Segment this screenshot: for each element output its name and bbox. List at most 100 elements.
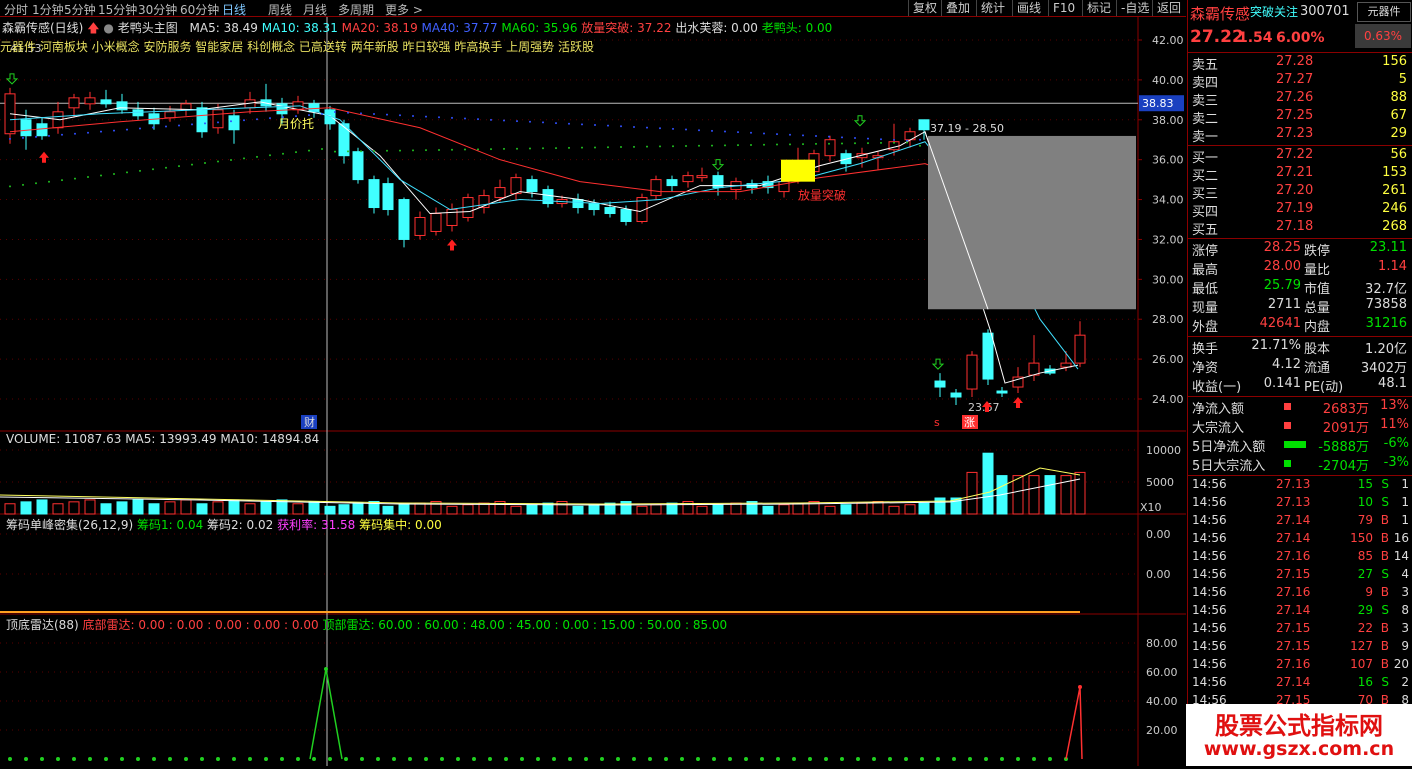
price-axis-label: 32.00 bbox=[1152, 233, 1184, 246]
ma60-dot bbox=[22, 183, 24, 186]
radar-dot bbox=[936, 757, 940, 761]
profit-rate: 获利率: 31.58 bbox=[277, 518, 356, 532]
ma60-dot bbox=[711, 144, 713, 147]
stat-row: 最低 25.79 市值 32.7亿 bbox=[1188, 278, 1412, 297]
radar-dot bbox=[600, 757, 604, 761]
volume-header: VOLUME: 11087.63 MA5: 13993.49 MA10: 148… bbox=[6, 432, 319, 446]
candle-body bbox=[196, 107, 208, 133]
radar-dot bbox=[456, 757, 460, 761]
stat-row: 外盘 42641 内盘 31216 bbox=[1188, 316, 1412, 335]
price-axis-label: 40.00 bbox=[1152, 74, 1184, 87]
volume-bar bbox=[712, 504, 724, 515]
toolbar-button[interactable]: 统计 bbox=[976, 0, 1009, 16]
timeframe-tab[interactable]: 更多 > bbox=[385, 1, 423, 18]
radar-dot bbox=[808, 757, 812, 761]
timeframe-tab[interactable]: 周线 bbox=[268, 1, 292, 18]
ma40-dot bbox=[555, 122, 557, 125]
low-label: 23.67 bbox=[968, 401, 1000, 414]
ma60-dot bbox=[516, 147, 518, 150]
radar-dot bbox=[872, 757, 876, 761]
candle-body bbox=[934, 380, 946, 388]
tick-price: 27.14 bbox=[1276, 531, 1311, 545]
timeframe-tab[interactable]: 15分钟 bbox=[98, 1, 137, 18]
ask-label: 卖三 bbox=[1192, 94, 1219, 109]
flow-value: 2091万 bbox=[1322, 421, 1369, 436]
stat-label: 量比 bbox=[1304, 263, 1331, 278]
toolbar-button[interactable]: 画线 bbox=[1012, 0, 1045, 16]
ma40-dot bbox=[607, 124, 609, 127]
radar-dot bbox=[552, 757, 556, 761]
toolbar-button[interactable]: -自选 bbox=[1116, 0, 1153, 16]
ma60-dot bbox=[282, 152, 284, 155]
bid-price: 27.18 bbox=[1276, 219, 1314, 234]
circle-icon: ● bbox=[103, 21, 114, 35]
flow-bar bbox=[1284, 403, 1291, 410]
radar-dot bbox=[664, 757, 668, 761]
ma60-dot bbox=[9, 185, 11, 188]
ma60-dot bbox=[906, 141, 908, 144]
ma60-dot bbox=[854, 142, 856, 145]
stat-label: 股本 bbox=[1304, 342, 1331, 357]
ma60-dot bbox=[880, 141, 882, 144]
volume-bar bbox=[36, 499, 48, 515]
candle-body bbox=[164, 111, 176, 119]
formula-name[interactable]: 老鸭头主图 bbox=[118, 21, 178, 35]
radar-axis-label: 40.00 bbox=[1146, 695, 1178, 708]
candle-body bbox=[352, 151, 364, 181]
toolbar-button[interactable]: 返回 bbox=[1152, 0, 1185, 16]
tick-row: 14:56 27.14 29 S 8 bbox=[1188, 603, 1412, 621]
sector-button[interactable]: 元器件 bbox=[1357, 2, 1411, 22]
timeframe-tab[interactable]: 分时 bbox=[4, 1, 28, 18]
ma40-dot bbox=[321, 113, 323, 116]
radar-dot bbox=[56, 757, 60, 761]
timeframe-tab[interactable]: 1分钟 bbox=[32, 1, 64, 18]
volume-ma10: MA10: 14894.84 bbox=[220, 432, 320, 446]
ma60-dot bbox=[178, 165, 180, 168]
ma60-dot bbox=[698, 144, 700, 147]
candle-body bbox=[100, 99, 112, 105]
candle-body bbox=[228, 115, 240, 131]
divider bbox=[1188, 52, 1412, 53]
volume-bar bbox=[4, 503, 16, 515]
watch-tag: 突破关注 bbox=[1250, 5, 1299, 19]
volume-bar bbox=[888, 505, 900, 515]
tick-row: 14:56 27.14 79 B 1 bbox=[1188, 513, 1412, 531]
period-toolbar: 分时 1分钟 5分钟 15分钟 30分钟 60分钟 日线 周线 月线 多周期 更多 > 复权 叠加 统计画… bbox=[0, 0, 1186, 17]
timeframe-tab[interactable]: 5分钟 bbox=[64, 1, 96, 18]
ma60-dot bbox=[555, 147, 557, 150]
toolbar-button[interactable]: 叠加 bbox=[941, 0, 974, 16]
toolbar-button[interactable]: 标记 bbox=[1082, 0, 1115, 16]
timeframe-tab[interactable]: 多周期 bbox=[338, 1, 374, 18]
timeframe-tab[interactable]: 月线 bbox=[303, 1, 327, 18]
tick-price: 27.16 bbox=[1276, 585, 1311, 599]
candle-body bbox=[1074, 334, 1086, 364]
tick-direction: S bbox=[1381, 675, 1389, 689]
timeframe-tab[interactable]: 60分钟 bbox=[180, 1, 219, 18]
ask-price: 27.25 bbox=[1276, 108, 1314, 123]
toolbar-button[interactable]: F10 bbox=[1048, 0, 1079, 16]
sell-arrow-icon bbox=[931, 358, 945, 370]
ask-price: 27.23 bbox=[1276, 126, 1314, 141]
ma40-dot bbox=[204, 122, 206, 125]
tick-direction: S bbox=[1381, 477, 1389, 491]
candle-body bbox=[526, 179, 538, 193]
radar-dot bbox=[344, 757, 348, 761]
radar-dot bbox=[728, 757, 732, 761]
tick-price: 27.15 bbox=[1276, 567, 1311, 581]
tick-price: 27.15 bbox=[1276, 621, 1311, 635]
timeframe-tab[interactable]: 日线 bbox=[222, 1, 246, 18]
timeframe-tab[interactable]: 30分钟 bbox=[138, 1, 177, 18]
ma40-dot bbox=[711, 129, 713, 132]
radar-dot bbox=[632, 757, 636, 761]
volume-bar bbox=[934, 497, 946, 515]
radar-dot bbox=[424, 757, 428, 761]
bid-row: 买一 27.22 56 bbox=[1188, 147, 1412, 166]
tick-row: 14:56 27.16 85 B 14 bbox=[1188, 549, 1412, 567]
toolbar-button[interactable]: 复权 bbox=[908, 0, 941, 16]
stat-row: 涨停 28.25 跌停 23.11 bbox=[1188, 240, 1412, 259]
radar-spike bbox=[309, 668, 343, 760]
chart-canvas[interactable]: 42.00 40.00 38.00 36.00 34.00 32.00 30.00 28.00… bbox=[0, 17, 1186, 766]
kline-chart-area[interactable]: 42.00 40.00 38.00 36.00 34.00 32.00 30.00 28.00… bbox=[0, 17, 1186, 766]
stat-label: 内盘 bbox=[1304, 320, 1331, 335]
radar-dot bbox=[536, 757, 540, 761]
